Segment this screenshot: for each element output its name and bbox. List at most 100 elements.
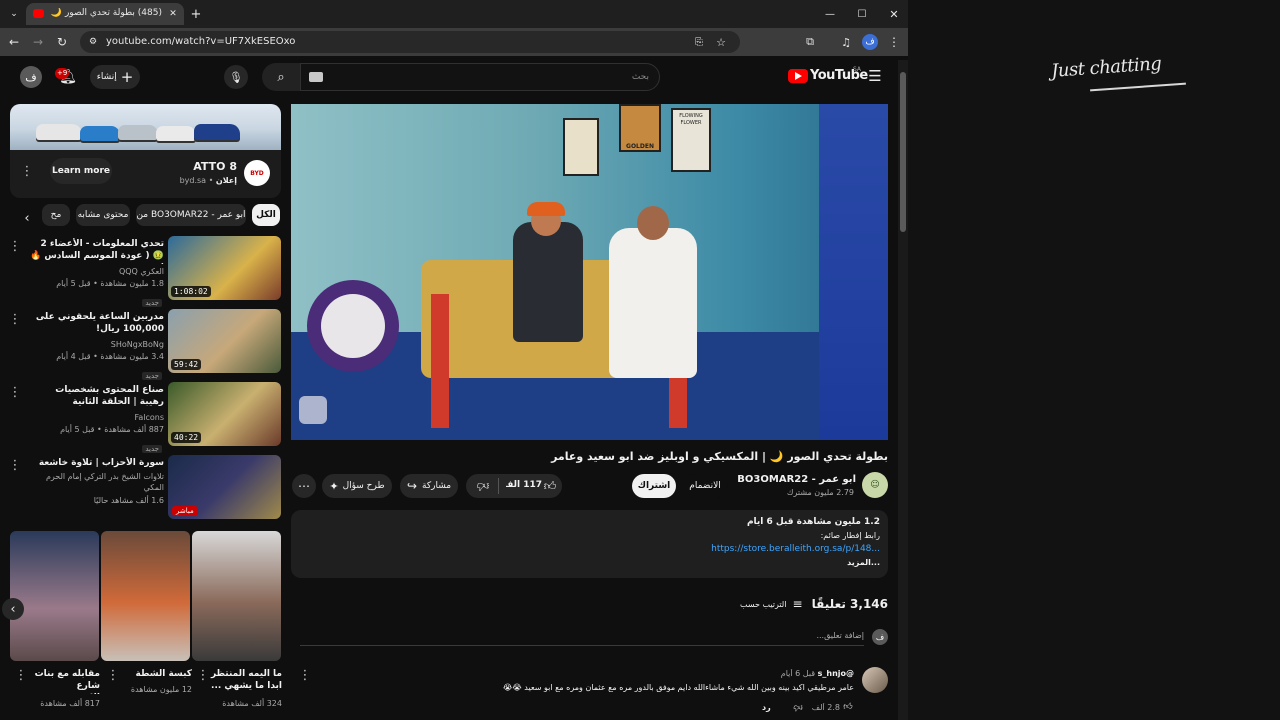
- short-options-icon[interactable]: ⋮: [107, 668, 120, 683]
- short-thumbnail[interactable]: [101, 531, 190, 661]
- omnibox[interactable]: ⚙ youtube.com/watch?v=UF7XkESEOxo ⎘ ☆: [80, 31, 740, 53]
- chips-prev-icon[interactable]: ‹: [18, 207, 36, 229]
- short-title[interactable]: ما اليمه المنتظر ابدا ما يشهي ...: [210, 668, 282, 694]
- subscribe-button[interactable]: اشتراك: [632, 474, 676, 498]
- comment-options-icon[interactable]: ⋮: [299, 667, 312, 683]
- chip-similar[interactable]: محتوى مشابه: [76, 204, 130, 226]
- recommendation-options-icon[interactable]: ⋮: [9, 311, 22, 327]
- description-more[interactable]: ...المزيد: [480, 558, 880, 567]
- add-comment-input[interactable]: إضافة تعليق...: [600, 631, 864, 640]
- comment-author[interactable]: @s_hnjo: [818, 669, 854, 678]
- media-controls-icon[interactable]: ♫: [838, 34, 854, 50]
- page-scrollbar-thumb[interactable]: [900, 72, 906, 232]
- chip-from-channel[interactable]: من BO3OMAR22 - ابو عمر: [136, 204, 246, 226]
- recommendation-item[interactable]: مباشر سورة الأحزاب | تلاوة خاشعة بدر الت…: [0, 455, 284, 521]
- recommendation-title[interactable]: تحدي المعلومات - الأعضاء 2 🤢 ( عودة المو…: [28, 238, 164, 264]
- voice-search-mic-icon[interactable]: 🎙︎: [224, 65, 248, 89]
- dislike-thumb-icon[interactable]: 👍︎: [474, 477, 492, 495]
- comment-like-count: 2.8 ألف: [811, 703, 840, 712]
- profile-avatar[interactable]: ف: [862, 34, 878, 50]
- chip-more[interactable]: مح: [42, 204, 70, 226]
- ad-banner-image: [10, 104, 281, 150]
- ad-card[interactable]: BYD ATTO 8 إعلان • byd.sa Learn more ⋮: [10, 104, 281, 198]
- video-thumbnail[interactable]: 40:22: [168, 382, 281, 446]
- create-button[interactable]: إنشاء +: [90, 65, 140, 89]
- minimize-icon[interactable]: —: [822, 6, 838, 22]
- commenter-avatar[interactable]: [862, 667, 888, 693]
- comment-time[interactable]: قبل 6 أيام: [781, 669, 815, 678]
- recommendation-item[interactable]: 1:08:02 تحدي المعلومات - الأعضاء 2 🤢 ( ع…: [0, 236, 284, 307]
- comment-reply-button[interactable]: رد: [762, 703, 782, 712]
- recommendation-channel[interactable]: Falcons: [28, 412, 164, 423]
- recommendation-item[interactable]: 40:22 صناع المحتوى بشخصيات رهيبة | الحلق…: [0, 382, 284, 453]
- extensions-icon[interactable]: ⧉: [802, 34, 818, 50]
- ask-button[interactable]: ✦ طرح سؤال: [322, 474, 392, 498]
- youtube-logo-icon[interactable]: [788, 69, 808, 83]
- new-badge-wrap: جديد: [142, 363, 162, 382]
- duration-badge: 59:42: [171, 359, 202, 370]
- comment-like-icon[interactable]: 👍︎: [842, 701, 854, 713]
- video-thumbnail[interactable]: مباشر: [168, 455, 281, 519]
- forward-icon[interactable]: →: [30, 34, 46, 50]
- short-options-icon[interactable]: ⋮: [197, 668, 210, 683]
- reload-icon[interactable]: ↻: [54, 34, 70, 50]
- short-title[interactable]: مقابله مع بنات شارع الاعتبي...: [32, 668, 100, 694]
- tab-search-icon[interactable]: ⌄: [6, 6, 22, 22]
- create-label: إنشاء: [96, 72, 117, 82]
- account-avatar[interactable]: ف: [20, 66, 42, 88]
- short-thumbnail[interactable]: [192, 531, 281, 661]
- more-actions-icon[interactable]: ⋯: [292, 474, 316, 498]
- share-button[interactable]: ↪ مشاركة: [400, 474, 458, 498]
- video-thumbnail[interactable]: 1:08:02: [168, 236, 281, 300]
- shorts-prev-icon[interactable]: ‹: [2, 598, 24, 620]
- learn-more-button[interactable]: Learn more: [50, 158, 112, 184]
- video-thumbnail[interactable]: 59:42: [168, 309, 281, 373]
- recommendation-title[interactable]: سورة الأحزاب | تلاوة خاشعة بدر التركي: [28, 457, 164, 470]
- browser-tab[interactable]: (485) بطولة تحدي الصور 🌙 ✕: [26, 3, 184, 25]
- chip-all[interactable]: الكل: [252, 204, 280, 226]
- short-options-icon[interactable]: ⋮: [15, 668, 28, 683]
- ad-options-icon[interactable]: ⋮: [21, 162, 34, 180]
- recommendation-options-icon[interactable]: ⋮: [9, 384, 22, 400]
- comment-dislike-icon[interactable]: 👍︎: [792, 701, 804, 713]
- channel-avatar[interactable]: ☺: [862, 472, 888, 498]
- new-badge-wrap: جديد: [142, 290, 162, 309]
- recommendation-title[interactable]: صناع المحتوى بشخصيات رهيبة | الحلقة الثا…: [28, 384, 164, 410]
- back-icon[interactable]: ←: [6, 34, 22, 50]
- browser-menu-icon[interactable]: ⋮: [886, 34, 902, 50]
- install-icon[interactable]: ⎘: [692, 35, 706, 49]
- like-thumb-icon[interactable]: 👍︎: [542, 477, 558, 495]
- stream-overlay-panel: Just chatting: [908, 0, 1280, 720]
- maximize-icon[interactable]: ☐: [854, 6, 870, 22]
- description-box[interactable]: 1.2 مليون مشاهدة قبل 6 أيام رابط إفطار ص…: [291, 510, 888, 578]
- join-button[interactable]: الانضمام: [682, 474, 728, 498]
- recommendation-channel[interactable]: تلاوات الشيخ بدر التركي إمام الحرم المكي: [28, 471, 164, 493]
- short-views: 324 ألف مشاهدة: [222, 699, 282, 708]
- description-link[interactable]: https://store.beralleith.org.sa/p/148...: [480, 544, 880, 554]
- bookmark-star-icon[interactable]: ☆: [714, 35, 728, 49]
- short-thumbnail[interactable]: [10, 531, 99, 661]
- close-window-icon[interactable]: ✕: [886, 6, 902, 22]
- recommendation-title[interactable]: مدربين الساعة يلحقوني على 100,000 ريال!: [28, 311, 164, 337]
- sort-button[interactable]: الترتيب حسب ≡: [740, 596, 810, 612]
- video-player[interactable]: GOLDEN FLOWING FLOWER: [291, 104, 888, 440]
- comment-text: عامر مرطيقي اكيد بينه وبين الله شيء ماشا…: [503, 683, 854, 692]
- search-button[interactable]: ⌕: [262, 63, 300, 91]
- new-tab-icon[interactable]: +: [188, 6, 204, 22]
- search-input[interactable]: بحث: [300, 63, 660, 91]
- guide-menu-icon[interactable]: ☰: [866, 67, 884, 85]
- recommendation-options-icon[interactable]: ⋮: [9, 457, 22, 473]
- ad-source: إعلان • byd.sa: [179, 176, 237, 185]
- recommendation-channel[interactable]: العكري QQQ: [28, 266, 164, 277]
- like-count[interactable]: 117 ألف: [506, 480, 542, 490]
- short-title[interactable]: كبسة الشطة: [122, 668, 192, 681]
- site-info-icon[interactable]: ⚙: [86, 35, 100, 49]
- address-bar-row: ← → ↻ ⚙ youtube.com/watch?v=UF7XkESEOxo …: [0, 28, 908, 56]
- recommendation-channel[interactable]: SHoNgxBoNg: [28, 339, 164, 350]
- video-blue-wall: [819, 104, 888, 440]
- keyboard-icon[interactable]: [309, 72, 323, 82]
- recommendation-options-icon[interactable]: ⋮: [9, 238, 22, 254]
- recommendation-item[interactable]: 59:42 مدربين الساعة يلحقوني على 100,000 …: [0, 309, 284, 380]
- tab-close-icon[interactable]: ✕: [166, 7, 180, 21]
- description-views-date: 1.2 مليون مشاهدة قبل 6 أيام: [746, 517, 880, 527]
